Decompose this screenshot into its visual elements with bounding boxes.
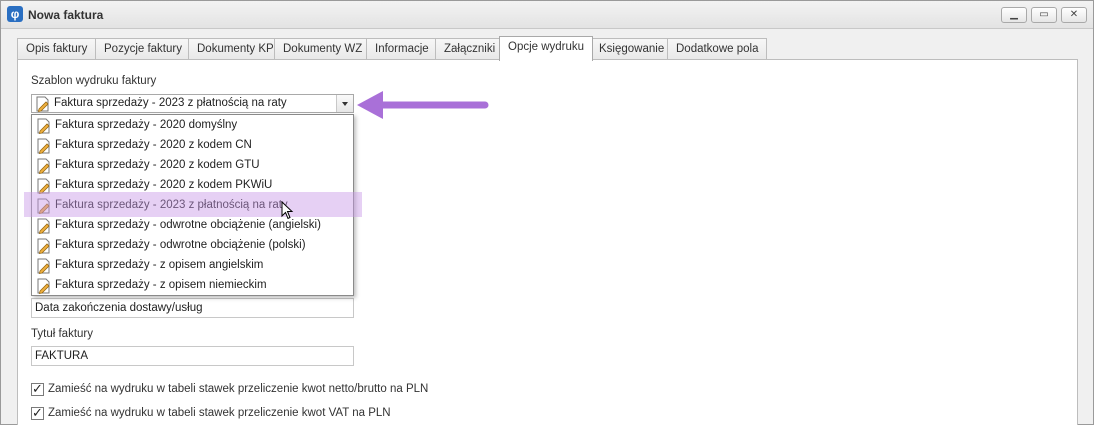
tab-dokumenty-kp[interactable]: Dokumenty KP [188,38,283,60]
document-edit-icon [37,238,50,254]
vat-pln-label: Zamieść na wydruku w tabeli stawek przel… [48,407,391,419]
template-label: Szablon wydruku faktury [31,75,157,87]
template-option-label: Faktura sprzedaży - z opisem angielskim [55,259,264,271]
chevron-down-icon[interactable] [336,95,353,112]
app-logo-icon: φ [7,6,23,22]
maximize-icon: ▭ [1039,9,1049,20]
template-select[interactable]: Faktura sprzedaży - 2023 z płatnością na… [31,94,354,113]
delivery-date-value: Data zakończenia dostawy/usług [35,302,203,314]
minimize-icon: ▁ [1010,9,1018,20]
template-option[interactable]: Faktura sprzedaży - z opisem angielskim [32,256,353,276]
vat-pln-checkbox[interactable] [31,405,44,421]
document-edit-icon [37,158,50,174]
template-option[interactable]: Faktura sprzedaży - z opisem niemieckim [32,276,353,296]
template-option-label: Faktura sprzedaży - 2020 z kodem PKWiU [55,179,273,191]
invoice-window: φ Nowa faktura ▁ ▭ ✕ Opis faktury Pozycj… [0,0,1094,425]
mouse-cursor-icon [281,201,294,220]
template-option[interactable]: Faktura sprzedaży - 2020 domyślny [32,116,353,136]
document-edit-icon [37,278,50,294]
template-option-label: Faktura sprzedaży - z opisem niemieckim [55,279,267,291]
invoice-title-input[interactable]: FAKTURA [31,346,354,366]
title-bar[interactable]: φ Nowa faktura ▁ ▭ ✕ [1,1,1093,29]
template-option-label: Faktura sprzedaży - 2020 z kodem GTU [55,159,260,171]
template-option[interactable]: Faktura sprzedaży - odwrotne obciążenie … [32,236,353,256]
netto-brutto-pln-label: Zamieść na wydruku w tabeli stawek przel… [48,383,429,395]
tab-dodatkowe-pola[interactable]: Dodatkowe pola [667,38,768,60]
tab-informacje[interactable]: Informacje [366,38,438,60]
invoice-title-value: FAKTURA [35,350,89,362]
close-button[interactable]: ✕ [1061,7,1087,23]
template-option-label: Faktura sprzedaży - 2020 z kodem CN [55,139,252,151]
netto-brutto-pln-checkbox[interactable] [31,381,44,397]
minimize-button[interactable]: ▁ [1001,7,1027,23]
document-edit-icon [37,138,50,154]
maximize-button[interactable]: ▭ [1031,7,1057,23]
window-title: Nowa faktura [28,8,104,22]
template-option[interactable]: Faktura sprzedaży - odwrotne obciążenie … [32,216,353,236]
invoice-title-label: Tytuł faktury [31,328,93,340]
tab-ksiegowanie[interactable]: Księgowanie [590,38,674,60]
tab-zalaczniki[interactable]: Załączniki [435,38,505,60]
template-option-label: Faktura sprzedaży - odwrotne obciążenie … [55,239,306,251]
template-option[interactable]: Faktura sprzedaży - 2020 z kodem CN [32,136,353,156]
document-edit-icon [37,258,50,274]
template-option-label: Faktura sprzedaży - 2020 domyślny [55,119,238,131]
tab-dokumenty-wz[interactable]: Dokumenty WZ [274,38,372,60]
document-edit-icon [37,218,50,234]
document-edit-icon [37,118,50,134]
hover-highlight [24,192,362,217]
delivery-date-field[interactable]: Data zakończenia dostawy/usług [31,298,354,318]
tab-pozycje-faktury[interactable]: Pozycje faktury [95,38,191,60]
tab-opcje-wydruku[interactable]: Opcje wydruku [499,36,594,61]
pointer-arrow-icon [357,91,489,119]
tab-opis-faktury[interactable]: Opis faktury [17,38,97,60]
document-edit-icon [36,96,49,112]
close-icon: ✕ [1069,9,1079,20]
template-select-value: Faktura sprzedaży - 2023 z płatnością na… [54,97,287,109]
template-option[interactable]: Faktura sprzedaży - 2020 z kodem GTU [32,156,353,176]
